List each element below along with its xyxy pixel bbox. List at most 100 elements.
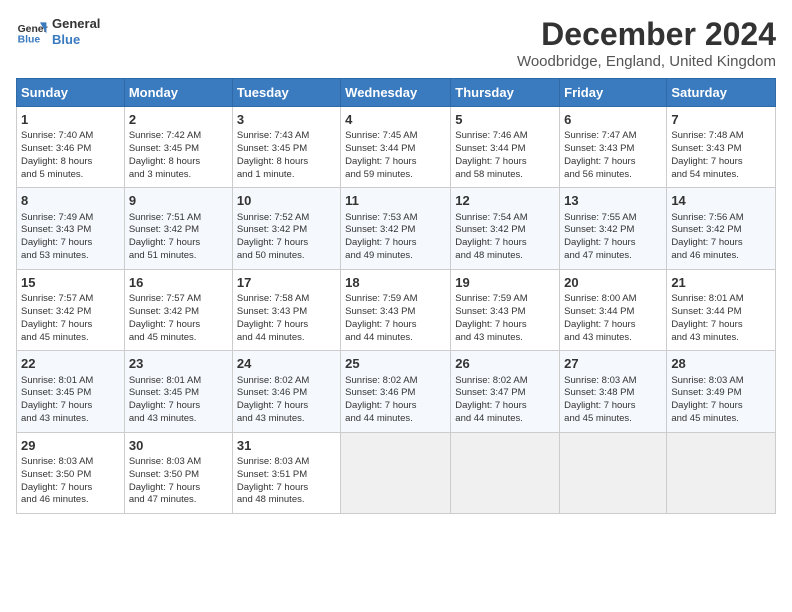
col-header-friday: Friday [560,79,667,107]
col-header-saturday: Saturday [667,79,776,107]
day-details: Sunrise: 7:59 AMSunset: 3:43 PMDaylight:… [345,293,446,344]
day-details: Sunrise: 7:53 AMSunset: 3:42 PMDaylight:… [345,212,446,263]
calendar-cell: 22Sunrise: 8:01 AMSunset: 3:45 PMDayligh… [17,351,125,432]
day-number: 29 [21,437,120,455]
day-details: Sunrise: 7:57 AMSunset: 3:42 PMDaylight:… [21,293,120,344]
day-details: Sunrise: 8:00 AMSunset: 3:44 PMDaylight:… [564,293,662,344]
calendar-cell: 21Sunrise: 8:01 AMSunset: 3:44 PMDayligh… [667,269,776,350]
calendar-cell: 4Sunrise: 7:45 AMSunset: 3:44 PMDaylight… [341,107,451,188]
calendar-cell: 14 Sunrise: 7:56 AMSunset: 3:42 PMDayligh… [667,188,776,269]
calendar-cell: 27 Sunrise: 8:03 AMSunset: 3:48 PMDayligh… [560,351,667,432]
day-details: Sunrise: 7:48 AMSunset: 3:43 PMDaylight:… [671,130,771,181]
day-details: Sunrise: 7:59 AMSunset: 3:43 PMDaylight:… [455,293,555,344]
day-number: 15 [21,274,120,292]
calendar-week-3: 15Sunrise: 7:57 AMSunset: 3:42 PMDayligh… [17,269,776,350]
day-number: 21 [671,274,771,292]
day-details: Sunrise: 7:47 AMSunset: 3:43 PMDaylight:… [564,130,662,181]
day-details: Sunrise: 7:45 AMSunset: 3:44 PMDaylight:… [345,130,446,181]
day-details: Sunrise: 8:03 AMSunset: 3:48 PMDaylight:… [564,375,662,426]
day-number: 31 [237,437,336,455]
calendar-cell: 18Sunrise: 7:59 AMSunset: 3:43 PMDayligh… [341,269,451,350]
day-number: 2 [129,111,228,129]
calendar-cell [451,432,560,513]
calendar-cell: 17Sunrise: 7:58 AMSunset: 3:43 PMDayligh… [232,269,340,350]
logo-text-general: General [52,16,100,32]
day-number: 7 [671,111,771,129]
calendar-cell: 1Sunrise: 7:40 AMSunset: 3:46 PMDaylight… [17,107,125,188]
col-header-tuesday: Tuesday [232,79,340,107]
calendar-cell: 13 Sunrise: 7:55 AMSunset: 3:42 PMDayligh… [560,188,667,269]
day-details: Sunrise: 8:03 AMSunset: 3:51 PMDaylight:… [237,456,336,507]
calendar-cell: 20Sunrise: 8:00 AMSunset: 3:44 PMDayligh… [560,269,667,350]
day-number: 23 [129,355,228,373]
svg-text:Blue: Blue [18,34,41,45]
calendar-cell: 23 Sunrise: 8:01 AMSunset: 3:45 PMDayligh… [124,351,232,432]
day-details: Sunrise: 7:42 AMSunset: 3:45 PMDaylight:… [129,130,228,181]
day-number: 6 [564,111,662,129]
day-number: 14 [671,192,771,210]
day-details: Sunrise: 7:57 AMSunset: 3:42 PMDaylight:… [129,293,228,344]
day-number: 16 [129,274,228,292]
day-number: 13 [564,192,662,210]
day-details: Sunrise: 7:40 AMSunset: 3:46 PMDaylight:… [21,130,120,181]
day-details: Sunrise: 7:54 AMSunset: 3:42 PMDaylight:… [455,212,555,263]
title-block: December 2024 Woodbridge, England, Unite… [517,16,776,70]
calendar-cell: 8Sunrise: 7:49 AMSunset: 3:43 PMDaylight… [17,188,125,269]
day-number: 25 [345,355,446,373]
day-number: 3 [237,111,336,129]
calendar-cell [341,432,451,513]
calendar-cell: 12 Sunrise: 7:54 AMSunset: 3:42 PMDayligh… [451,188,560,269]
day-number: 30 [129,437,228,455]
day-number: 20 [564,274,662,292]
day-details: Sunrise: 8:03 AMSunset: 3:50 PMDaylight:… [129,456,228,507]
day-number: 27 [564,355,662,373]
day-number: 19 [455,274,555,292]
calendar-cell: 16Sunrise: 7:57 AMSunset: 3:42 PMDayligh… [124,269,232,350]
calendar-cell: 5Sunrise: 7:46 AMSunset: 3:44 PMDaylight… [451,107,560,188]
calendar-cell [667,432,776,513]
day-details: Sunrise: 8:01 AMSunset: 3:44 PMDaylight:… [671,293,771,344]
day-number: 4 [345,111,446,129]
day-details: Sunrise: 7:51 AMSunset: 3:42 PMDaylight:… [129,212,228,263]
month-title: December 2024 [517,16,776,53]
day-number: 17 [237,274,336,292]
calendar-week-4: 22 Sunrise: 8:01 AMSunset: 3:45 PMDayligh… [17,351,776,432]
day-details: Sunrise: 7:55 AMSunset: 3:42 PMDaylight:… [564,212,662,263]
calendar-week-2: 8Sunrise: 7:49 AMSunset: 3:43 PMDaylight… [17,188,776,269]
calendar-cell: 29Sunrise: 8:03 AMSunset: 3:50 PMDayligh… [17,432,125,513]
day-details: Sunrise: 7:56 AMSunset: 3:42 PMDaylight:… [671,212,771,263]
day-details: Sunrise: 8:03 AMSunset: 3:49 PMDaylight:… [671,375,771,426]
calendar-cell: 19Sunrise: 7:59 AMSunset: 3:43 PMDayligh… [451,269,560,350]
calendar-cell: 7Sunrise: 7:48 AMSunset: 3:43 PMDaylight… [667,107,776,188]
logo: General Blue General Blue [16,16,100,48]
day-details: Sunrise: 7:46 AMSunset: 3:44 PMDaylight:… [455,130,555,181]
calendar-cell: 31Sunrise: 8:03 AMSunset: 3:51 PMDayligh… [232,432,340,513]
day-details: Sunrise: 8:01 AMSunset: 3:45 PMDaylight:… [129,375,228,426]
day-details: Sunrise: 8:03 AMSunset: 3:50 PMDaylight:… [21,456,120,507]
day-number: 28 [671,355,771,373]
day-details: Sunrise: 7:52 AMSunset: 3:42 PMDaylight:… [237,212,336,263]
day-number: 10 [237,192,336,210]
day-number: 22 [21,355,120,373]
day-details: Sunrise: 7:43 AMSunset: 3:45 PMDaylight:… [237,130,336,181]
calendar-cell: 10 Sunrise: 7:52 AMSunset: 3:42 PMDayligh… [232,188,340,269]
logo-text-blue: Blue [52,32,100,48]
day-number: 12 [455,192,555,210]
day-details: Sunrise: 7:58 AMSunset: 3:43 PMDaylight:… [237,293,336,344]
location-subtitle: Woodbridge, England, United Kingdom [517,53,776,70]
day-number: 1 [21,111,120,129]
day-number: 8 [21,192,120,210]
day-number: 18 [345,274,446,292]
calendar-cell: 11 Sunrise: 7:53 AMSunset: 3:42 PMDayligh… [341,188,451,269]
calendar-cell [560,432,667,513]
day-number: 11 [345,192,446,210]
day-details: Sunrise: 8:02 AMSunset: 3:46 PMDaylight:… [345,375,446,426]
calendar-cell: 15Sunrise: 7:57 AMSunset: 3:42 PMDayligh… [17,269,125,350]
calendar-table: SundayMondayTuesdayWednesdayThursdayFrid… [16,78,776,514]
calendar-cell: 9 Sunrise: 7:51 AMSunset: 3:42 PMDaylight… [124,188,232,269]
calendar-cell: 2Sunrise: 7:42 AMSunset: 3:45 PMDaylight… [124,107,232,188]
day-number: 9 [129,192,228,210]
col-header-sunday: Sunday [17,79,125,107]
calendar-cell: 30Sunrise: 8:03 AMSunset: 3:50 PMDayligh… [124,432,232,513]
calendar-week-1: 1Sunrise: 7:40 AMSunset: 3:46 PMDaylight… [17,107,776,188]
